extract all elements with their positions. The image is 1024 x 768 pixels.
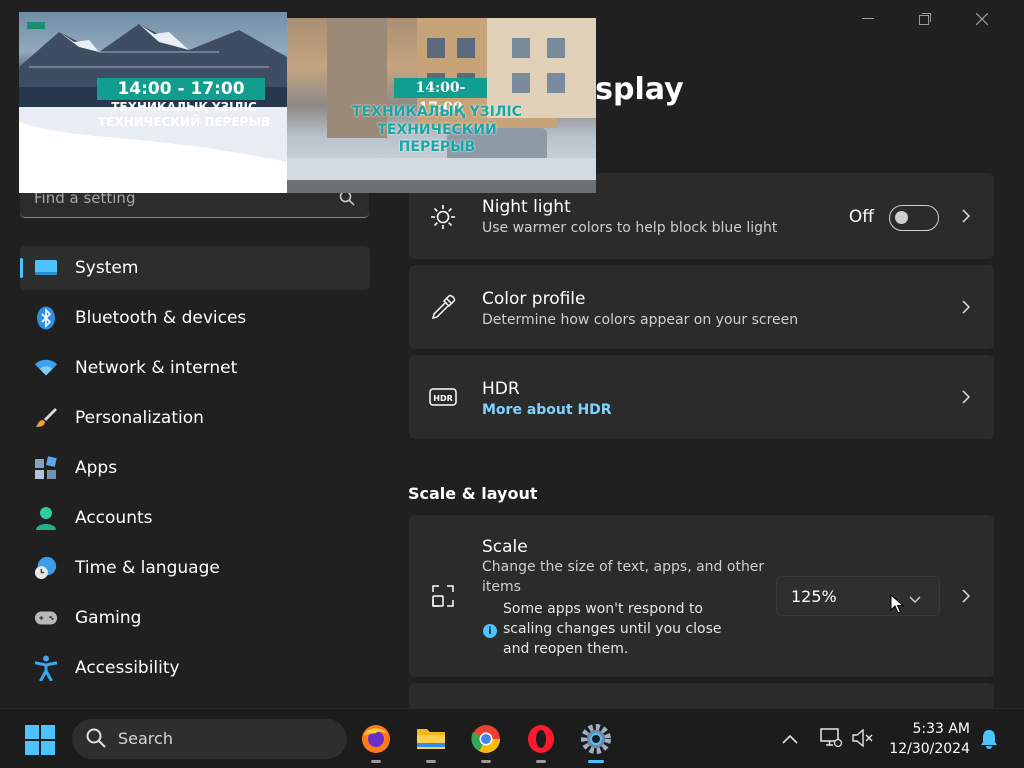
scale-title: Scale <box>482 537 528 557</box>
globe-clock-icon <box>34 556 58 580</box>
sidebar-item-personalization[interactable]: Personalization <box>20 396 370 440</box>
sidebar-item-gaming[interactable]: Gaming <box>20 596 370 640</box>
next-setting-card[interactable] <box>409 683 994 708</box>
opera-icon[interactable] <box>525 723 557 763</box>
windows-start-icon[interactable] <box>25 725 55 759</box>
video-left-caption1: ТЕХНИКАЛЫҚ ҮЗІЛІС <box>111 100 257 114</box>
accessibility-icon <box>34 655 58 681</box>
sidebar-item-label: Gaming <box>75 608 142 628</box>
scale-subtitle-line2: items <box>482 579 521 595</box>
wifi-icon <box>34 356 58 380</box>
night-light-toggle-label: Off <box>848 207 874 227</box>
file-explorer-icon[interactable] <box>415 723 447 763</box>
sidebar-item-system[interactable]: System <box>20 246 370 290</box>
chevron-right-icon[interactable] <box>958 588 974 604</box>
chevron-down-icon[interactable] <box>909 589 921 608</box>
scale-icon <box>429 582 457 610</box>
night-light-subtitle: Use warmer colors to help block blue lig… <box>482 220 778 236</box>
gamepad-icon <box>34 606 58 630</box>
video-right-caption2: ТЕХНИЧЕСКИЙ ПЕРЕРЫВ <box>377 122 497 155</box>
more-about-hdr-link[interactable]: More about HDR <box>482 402 612 418</box>
sidebar-item-accounts[interactable]: Accounts <box>20 496 370 540</box>
search-icon <box>86 728 106 752</box>
mouse-cursor-icon <box>890 594 904 614</box>
video-left-time: 14:00 - 17:00 <box>97 78 265 100</box>
restore-icon[interactable] <box>896 8 953 30</box>
sidebar-item-bluetooth[interactable]: Bluetooth & devices <box>20 296 370 340</box>
sidebar-item-time-language[interactable]: Time & language <box>20 546 370 590</box>
sidebar-nav: System Bluetooth & devices Network & int… <box>20 246 370 696</box>
video-left-caption2: ТЕХНИЧЕСКИЙ ПЕРЕРЫВ <box>97 115 271 129</box>
search-icon[interactable] <box>339 190 355 210</box>
video-right-time: 14:00-17:00 <box>394 78 487 116</box>
sidebar-item-label: Bluetooth & devices <box>75 308 247 328</box>
system-icon <box>34 256 58 280</box>
chevron-up-icon[interactable] <box>782 729 798 748</box>
taskbar-search-label: Search <box>118 729 173 748</box>
color-profile-card[interactable]: Color profile Determine how colors appea… <box>409 265 994 349</box>
apps-icon <box>34 456 58 480</box>
taskbar: Search 5:33 AM 12/30/2024 <box>0 708 1024 768</box>
note-line3: and reopen them. <box>503 641 629 657</box>
night-light-title: Night light <box>482 197 571 217</box>
hdr-card[interactable]: HDR HDR More about HDR <box>409 355 994 439</box>
video-left-frame: 14:00 - 17:00 ТЕХНИКАЛЫҚ ҮЗІЛІС ТЕХНИЧЕС… <box>19 12 287 193</box>
clock-date: 12/30/2024 <box>889 741 970 757</box>
close-icon[interactable] <box>953 8 1010 30</box>
note-line2: scaling changes until you close <box>503 621 722 637</box>
taskbar-search[interactable]: Search <box>72 719 347 759</box>
video-right-frame: 14:00-17:00 ТЕХНИКАЛЫҚ ҮЗІЛІС ТЕХНИЧЕСКИ… <box>287 18 596 193</box>
sidebar-item-label: System <box>75 258 139 278</box>
chrome-icon[interactable] <box>470 723 502 763</box>
sidebar-item-label: Accounts <box>75 508 153 528</box>
person-icon <box>34 506 58 530</box>
clock-time: 5:33 AM <box>912 721 970 737</box>
video-right-caption1: ТЕХНИКАЛЫҚ ҮЗІЛІС <box>352 104 522 120</box>
night-light-toggle[interactable] <box>889 205 939 231</box>
svg-text:HDR: HDR <box>433 394 453 403</box>
color-profile-subtitle: Determine how colors appear on your scre… <box>482 312 799 328</box>
hdr-title: HDR <box>482 379 520 399</box>
eyedropper-icon <box>429 293 457 321</box>
video-overlay[interactable]: 14:00 - 17:00 ТЕХНИКАЛЫҚ ҮЗІЛІС ТЕХНИЧЕС… <box>19 12 596 193</box>
info-icon: i <box>483 624 497 638</box>
note-line1: Some apps won't respond to <box>503 601 703 617</box>
volume-muted-icon[interactable] <box>852 728 874 751</box>
window-controls <box>839 8 1010 30</box>
scale-subtitle-line1: Change the size of text, apps, and other <box>482 559 765 575</box>
sidebar-item-network[interactable]: Network & internet <box>20 346 370 390</box>
taskbar-clock[interactable]: 5:33 AM 12/30/2024 <box>889 719 970 759</box>
sidebar-item-accessibility[interactable]: Accessibility <box>20 646 370 690</box>
sidebar-item-label: Time & language <box>75 558 220 578</box>
chevron-right-icon[interactable] <box>958 389 974 405</box>
hdr-icon: HDR <box>429 383 457 411</box>
chevron-right-icon[interactable] <box>958 208 974 224</box>
brightness-icon <box>429 203 457 231</box>
bluetooth-icon <box>34 306 58 330</box>
color-profile-title: Color profile <box>482 289 586 309</box>
sidebar-item-label: Accessibility <box>75 658 180 678</box>
minimize-icon[interactable] <box>839 8 896 30</box>
settings-icon[interactable] <box>580 723 612 763</box>
network-icon[interactable] <box>820 728 843 752</box>
chevron-right-icon[interactable] <box>958 299 974 315</box>
notification-bell-icon[interactable] <box>980 729 998 753</box>
scale-dropdown[interactable]: 125% <box>776 576 940 616</box>
brush-icon <box>34 406 58 430</box>
sidebar-item-apps[interactable]: Apps <box>20 446 370 490</box>
scale-value: 125% <box>791 587 837 606</box>
sidebar-item-label: Network & internet <box>75 358 238 378</box>
sidebar-item-label: Apps <box>75 458 118 478</box>
sidebar-item-label: Personalization <box>75 408 204 428</box>
firefox-icon[interactable] <box>360 723 392 763</box>
scale-layout-heading: Scale & layout <box>408 484 538 503</box>
